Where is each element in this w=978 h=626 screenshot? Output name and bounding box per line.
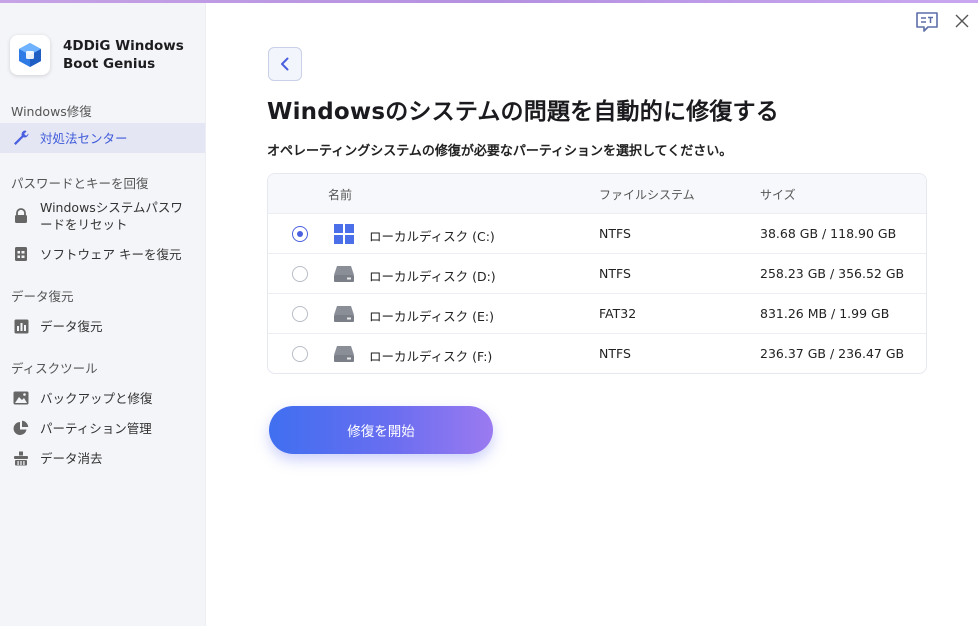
back-button[interactable] [268,47,302,81]
sidebar-item-restore-key[interactable]: ソフトウェア キーを復元 [0,244,205,264]
pie-chart-icon [12,419,30,437]
section-title-data-recovery: データ復元 [11,289,74,304]
table-header: 名前 ファイルシステム サイズ [268,174,926,214]
page-title: Windowsのシステムの問題を自動的に修復する [267,99,779,125]
radio-unselected[interactable] [292,266,308,282]
sidebar-item-partition-manager[interactable]: パーティション管理 [0,418,205,438]
sidebar-item-solution-center[interactable]: 対処法センター [0,123,205,153]
partition-size: 236.37 GB / 236.47 GB [760,346,905,361]
section-title-windows-repair: Windows修復 [11,104,92,119]
partition-name: ローカルディスク (E:) [369,309,494,324]
section-title-disk-tools: ディスクツール [11,361,98,376]
partition-filesystem: FAT32 [599,306,637,321]
table-row[interactable]: ローカルディスク (C:) NTFS 38.68 GB / 118.90 GB [268,214,926,254]
partition-filesystem: NTFS [599,266,631,281]
key-doc-icon [12,245,30,263]
sidebar-item-label: バックアップと修復 [40,390,153,406]
sidebar-item-backup-repair[interactable]: バックアップと修復 [0,388,205,408]
table-row[interactable]: ローカルディスク (F:) NTFS 236.37 GB / 236.47 GB [268,334,926,373]
partition-size: 38.68 GB / 118.90 GB [760,226,897,241]
hard-drive-icon [333,343,355,365]
partition-size: 258.23 GB / 356.52 GB [760,266,905,281]
sidebar: 4DDiG Windows Boot Genius Windows修復 対処法セ… [0,3,206,626]
wrench-icon [12,129,30,147]
sidebar-item-label: データ復元 [40,318,103,334]
close-icon[interactable] [955,14,969,28]
app-logo-icon [10,35,50,75]
sidebar-item-label: Windowsシステムパスワードをリセット [40,200,183,232]
sidebar-item-label: パーティション管理 [40,420,152,436]
chevron-left-icon [281,57,289,71]
section-title-password-key: パスワードとキーを回復 [11,176,149,191]
partition-name: ローカルディスク (C:) [369,229,495,244]
column-header-filesystem: ファイルシステム [599,188,695,202]
start-repair-button[interactable]: 修復を開始 [269,406,493,454]
sidebar-item-label: データ消去 [40,450,103,466]
lock-icon [12,207,30,225]
partition-name: ローカルディスク (D:) [369,269,496,284]
table-row[interactable]: ローカルディスク (D:) NTFS 258.23 GB / 356.52 GB [268,254,926,294]
partition-size: 831.26 MB / 1.99 GB [760,306,890,321]
sidebar-item-reset-password[interactable]: Windowsシステムパスワードをリセット [0,198,205,234]
partition-table: 名前 ファイルシステム サイズ ローカルディスク (C:) NTFS 38.68… [267,173,927,374]
image-backup-icon [12,389,30,407]
sidebar-item-data-recovery[interactable]: データ復元 [0,316,205,336]
bar-chart-icon [12,317,30,335]
table-row[interactable]: ローカルディスク (E:) FAT32 831.26 MB / 1.99 GB [268,294,926,334]
radio-selected[interactable] [292,226,308,242]
radio-unselected[interactable] [292,306,308,322]
partition-name: ローカルディスク (F:) [369,349,493,364]
column-header-size: サイズ [760,188,796,202]
hard-drive-icon [333,303,355,325]
radio-unselected[interactable] [292,346,308,362]
partition-filesystem: NTFS [599,226,631,241]
sidebar-item-label: 対処法センター [40,130,128,146]
brand: 4DDiG Windows Boot Genius [10,35,193,75]
hard-drive-icon [333,263,355,285]
eraser-icon [12,449,30,467]
column-header-name: 名前 [328,188,353,202]
partition-filesystem: NTFS [599,346,631,361]
sidebar-item-data-erase[interactable]: データ消去 [0,448,205,468]
page-subtitle: オペレーティングシステムの修復が必要なパーティションを選択してください。 [267,144,733,159]
sidebar-item-label: ソフトウェア キーを復元 [40,246,182,262]
windows-logo-icon [333,223,355,245]
app-name: 4DDiG Windows Boot Genius [63,38,184,72]
feedback-icon[interactable] [915,11,939,33]
